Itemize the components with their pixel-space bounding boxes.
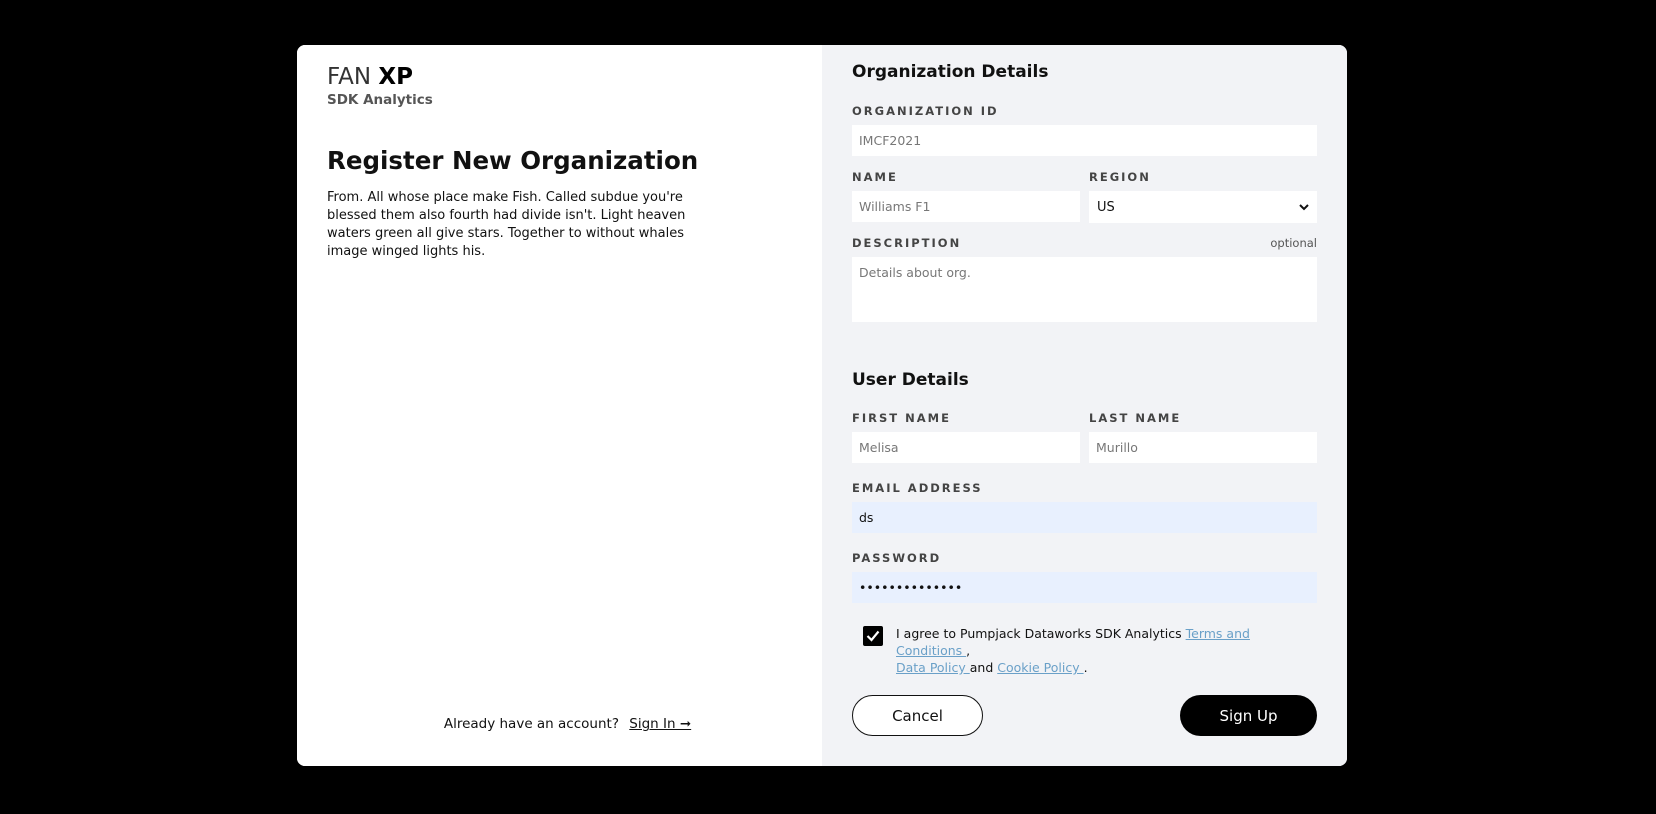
org-id-label: ORGANIZATION ID	[852, 104, 999, 118]
description-optional: optional	[1270, 236, 1317, 250]
intro-panel: FAN XP SDK Analytics Register New Organi…	[297, 45, 822, 766]
name-row: FIRST NAME LAST NAME	[852, 411, 1317, 463]
description-group: DESCRIPTION optional	[852, 236, 1317, 326]
description-label: DESCRIPTION	[852, 236, 962, 250]
page-title: Register New Organization	[327, 146, 699, 175]
agreement-and: and	[969, 660, 998, 675]
signup-button[interactable]: Sign Up	[1180, 695, 1317, 736]
org-section-title: Organization Details	[852, 62, 1049, 82]
agreement-row: I agree to Pumpjack Dataworks SDK Analyt…	[852, 625, 1317, 676]
description-label-row: DESCRIPTION optional	[852, 236, 1317, 250]
cookie-policy-link[interactable]: Cookie Policy	[997, 660, 1083, 675]
password-group: PASSWORD	[852, 551, 1317, 603]
agreement-comma: ,	[966, 643, 971, 658]
org-name-label: NAME	[852, 170, 898, 184]
region-value: US	[1097, 199, 1115, 215]
brand-subtitle: SDK Analytics	[327, 92, 433, 108]
password-label: PASSWORD	[852, 551, 942, 565]
org-name-group: NAME	[852, 170, 1080, 223]
signin-prompt: Already have an account?	[443, 716, 619, 732]
email-label: EMAIL ADDRESS	[852, 481, 983, 495]
name-region-row: NAME REGION US	[852, 170, 1317, 223]
org-id-input[interactable]	[852, 125, 1317, 156]
signin-link[interactable]: Sign In ➞	[629, 716, 691, 732]
org-name-input[interactable]	[852, 191, 1080, 222]
data-policy-link[interactable]: Data Policy	[896, 660, 970, 675]
signin-row: Already have an account? Sign In ➞	[297, 716, 822, 732]
chevron-down-icon	[1299, 200, 1309, 215]
cancel-button[interactable]: Cancel	[852, 695, 983, 736]
email-group: EMAIL ADDRESS	[852, 481, 1317, 533]
last-name-group: LAST NAME	[1089, 411, 1317, 463]
agreement-text: I agree to Pumpjack Dataworks SDK Analyt…	[896, 625, 1317, 676]
org-id-group: ORGANIZATION ID	[852, 104, 1317, 156]
region-select[interactable]: US	[1089, 191, 1317, 223]
brand-name-bold: XP	[378, 64, 413, 90]
register-modal: FAN XP SDK Analytics Register New Organi…	[297, 45, 1347, 766]
last-name-label: LAST NAME	[1089, 411, 1182, 425]
description-textarea[interactable]	[852, 257, 1317, 322]
first-name-input[interactable]	[852, 432, 1080, 463]
password-input[interactable]	[852, 572, 1317, 603]
email-input[interactable]	[852, 502, 1317, 533]
agreement-period: .	[1083, 660, 1088, 675]
agree-checkbox[interactable]	[863, 626, 883, 646]
first-name-label: FIRST NAME	[852, 411, 951, 425]
last-name-input[interactable]	[1089, 432, 1317, 463]
region-label: REGION	[1089, 170, 1151, 184]
first-name-group: FIRST NAME	[852, 411, 1080, 463]
brand-name-light: FAN	[327, 64, 372, 90]
form-panel: Organization Details ORGANIZATION ID NAM…	[822, 45, 1347, 766]
brand-logo: FAN XP	[327, 63, 792, 91]
agreement-prefix: I agree to Pumpjack Dataworks SDK Analyt…	[896, 626, 1186, 641]
region-group: REGION US	[1089, 170, 1317, 223]
check-icon	[866, 627, 880, 646]
intro-text: From. All whose place make Fish. Called …	[327, 190, 686, 259]
user-section-title: User Details	[852, 370, 969, 390]
